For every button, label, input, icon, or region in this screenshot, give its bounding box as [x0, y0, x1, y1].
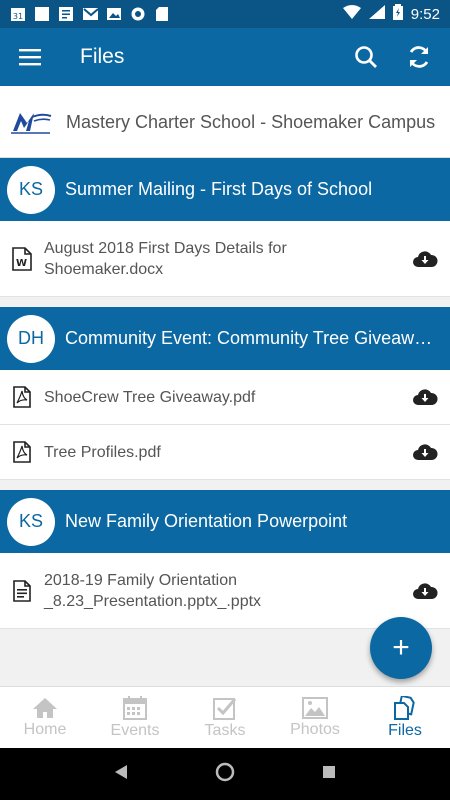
file-row[interactable]: Tree Profiles.pdf — [0, 425, 450, 480]
group-header[interactable]: DH Community Event: Community Tree Givea… — [0, 307, 450, 370]
avatar: KS — [7, 165, 55, 214]
file-name: August 2018 First Days Details for Shoem… — [44, 239, 287, 278]
cloud-download-icon[interactable] — [412, 442, 438, 462]
avatar: DH — [7, 314, 55, 363]
page-title: Files — [80, 45, 125, 68]
globe-icon — [130, 6, 146, 22]
school-header[interactable]: Mastery Charter School - Shoemaker Campu… — [0, 86, 450, 158]
cloud-download-icon[interactable] — [412, 249, 438, 269]
files-icon — [394, 695, 415, 720]
group-title: Summer Mailing - First Days of School — [65, 179, 373, 199]
photos-notification-icon — [106, 6, 122, 22]
square-notification-icon — [34, 6, 50, 22]
sd-card-icon — [154, 6, 170, 22]
nav-item-photos[interactable]: Photos — [270, 687, 360, 748]
nav-label: Tasks — [204, 721, 246, 739]
document-notification-icon — [58, 6, 74, 22]
file-row[interactable]: 2018-19 Family Orientation _8.23_Present… — [0, 553, 450, 629]
school-logo-icon — [10, 107, 52, 137]
calendar-notification-icon: 31 — [10, 6, 26, 22]
group-title: Community Event: Community Tree Giveaw… — [65, 328, 433, 348]
nav-item-files[interactable]: Files — [360, 687, 450, 748]
recents-icon[interactable] — [321, 764, 337, 785]
nav-item-home[interactable]: Home — [0, 687, 90, 748]
refresh-icon[interactable] — [406, 44, 432, 70]
clock-time: 9:52 — [410, 5, 440, 23]
nav-item-events[interactable]: Events — [90, 687, 180, 748]
nav-item-tasks[interactable]: Tasks — [180, 687, 270, 748]
group-title: New Family Orientation Powerpoint — [65, 511, 348, 531]
back-icon[interactable] — [113, 764, 129, 785]
home-circle-icon[interactable] — [215, 762, 235, 787]
add-file-button[interactable]: + — [370, 617, 432, 679]
pdf-file-icon — [12, 440, 32, 464]
nav-label: Photos — [290, 720, 340, 738]
home-icon — [33, 697, 57, 718]
bottom-nav: Home Events Tasks Photos Files — [0, 686, 450, 748]
checkbox-icon — [213, 697, 237, 720]
file-name: Tree Profiles.pdf — [44, 443, 161, 461]
cloud-download-icon[interactable] — [412, 581, 438, 601]
document-file-icon — [12, 579, 32, 603]
word-file-icon: W — [12, 246, 32, 271]
nav-label: Files — [388, 721, 422, 739]
wifi-icon — [342, 5, 361, 23]
group-header[interactable]: KS Summer Mailing - First Days of School — [0, 158, 450, 221]
nav-label: Events — [110, 721, 160, 739]
battery-icon — [392, 4, 403, 24]
signal-icon — [368, 5, 385, 23]
file-row[interactable]: ShoeCrew Tree Giveaway.pdf — [0, 370, 450, 425]
menu-icon[interactable] — [18, 48, 42, 66]
group-header[interactable]: KS New Family Orientation Powerpoint — [0, 490, 450, 553]
search-icon[interactable] — [354, 45, 378, 69]
school-name: Mastery Charter School - Shoemaker Campu… — [66, 111, 436, 132]
file-row[interactable]: W August 2018 First Days Details for Sho… — [0, 221, 450, 297]
svg-text:31: 31 — [13, 12, 23, 21]
file-name: 2018-19 Family Orientation _8.23_Present… — [44, 571, 262, 610]
file-name: ShoeCrew Tree Giveaway.pdf — [44, 388, 256, 406]
app-bar: Files — [0, 28, 450, 86]
files-list: Mastery Charter School - Shoemaker Campu… — [0, 86, 450, 686]
pdf-file-icon — [12, 385, 32, 409]
system-navigation-bar — [0, 748, 450, 800]
avatar: KS — [7, 497, 55, 546]
image-icon — [302, 696, 328, 719]
status-bar: 31 9:52 — [0, 0, 450, 28]
svg-text:W: W — [16, 258, 27, 269]
cloud-download-icon[interactable] — [412, 387, 438, 407]
nav-label: Home — [23, 720, 67, 738]
gmail-icon — [82, 6, 98, 22]
calendar-icon — [123, 695, 147, 720]
